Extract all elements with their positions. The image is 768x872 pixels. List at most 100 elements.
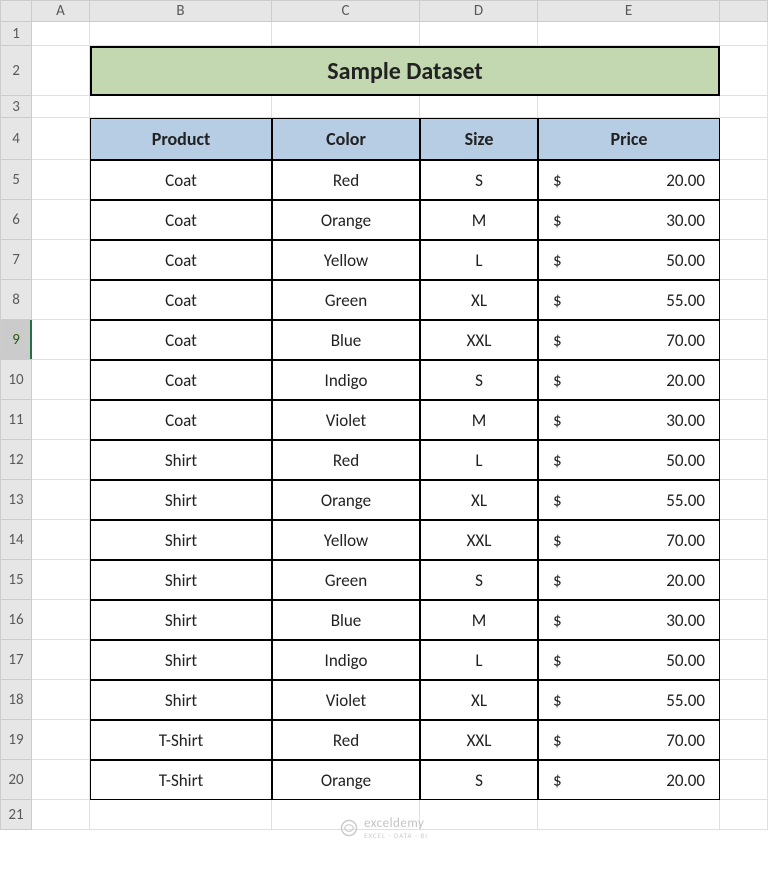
cell-C3[interactable]: [272, 96, 420, 118]
cell-product[interactable]: Coat: [90, 240, 272, 280]
row-header-4[interactable]: 4: [0, 118, 32, 160]
cell-price[interactable]: $55.00: [538, 280, 720, 320]
cell-F19[interactable]: [720, 720, 768, 760]
cell-F17[interactable]: [720, 640, 768, 680]
cell-size[interactable]: S: [420, 760, 538, 800]
col-header-C[interactable]: C: [272, 0, 420, 22]
cell-price[interactable]: $70.00: [538, 320, 720, 360]
cell-product[interactable]: Shirt: [90, 440, 272, 480]
cell-size[interactable]: L: [420, 440, 538, 480]
cell-size[interactable]: S: [420, 360, 538, 400]
row-header-20[interactable]: 20: [0, 760, 32, 800]
cell-price[interactable]: $55.00: [538, 480, 720, 520]
row-header-3[interactable]: 3: [0, 96, 32, 118]
cell-A9[interactable]: [32, 320, 90, 360]
row-header-17[interactable]: 17: [0, 640, 32, 680]
row-header-1[interactable]: 1: [0, 22, 32, 46]
row-header-21[interactable]: 21: [0, 800, 32, 830]
cell-price[interactable]: $20.00: [538, 360, 720, 400]
cell-B3[interactable]: [90, 96, 272, 118]
cell-F20[interactable]: [720, 760, 768, 800]
cell-product[interactable]: Coat: [90, 160, 272, 200]
cell-size[interactable]: XL: [420, 480, 538, 520]
row-header-13[interactable]: 13: [0, 480, 32, 520]
cell-D3[interactable]: [420, 96, 538, 118]
cell-size[interactable]: L: [420, 240, 538, 280]
cell-color[interactable]: Violet: [272, 680, 420, 720]
cell-F15[interactable]: [720, 560, 768, 600]
cell-F11[interactable]: [720, 400, 768, 440]
cell-A2[interactable]: [32, 46, 90, 96]
cell-F12[interactable]: [720, 440, 768, 480]
cell-price[interactable]: $20.00: [538, 760, 720, 800]
cell-C21[interactable]: [272, 800, 420, 830]
cell-C1[interactable]: [272, 22, 420, 46]
cell-F6[interactable]: [720, 200, 768, 240]
cell-color[interactable]: Red: [272, 440, 420, 480]
row-header-11[interactable]: 11: [0, 400, 32, 440]
cell-F8[interactable]: [720, 280, 768, 320]
cell-color[interactable]: Orange: [272, 200, 420, 240]
cell-product[interactable]: Shirt: [90, 600, 272, 640]
header-color[interactable]: Color: [272, 118, 420, 160]
cell-color[interactable]: Violet: [272, 400, 420, 440]
cell-price[interactable]: $20.00: [538, 560, 720, 600]
cell-A19[interactable]: [32, 720, 90, 760]
cell-A15[interactable]: [32, 560, 90, 600]
cell-A21[interactable]: [32, 800, 90, 830]
row-header-14[interactable]: 14: [0, 520, 32, 560]
header-size[interactable]: Size: [420, 118, 538, 160]
cell-A5[interactable]: [32, 160, 90, 200]
cell-price[interactable]: $20.00: [538, 160, 720, 200]
cell-product[interactable]: Coat: [90, 400, 272, 440]
cell-A20[interactable]: [32, 760, 90, 800]
cell-product[interactable]: Shirt: [90, 640, 272, 680]
cell-A6[interactable]: [32, 200, 90, 240]
cell-A11[interactable]: [32, 400, 90, 440]
cell-F18[interactable]: [720, 680, 768, 720]
cell-color[interactable]: Orange: [272, 760, 420, 800]
cell-F2[interactable]: [720, 46, 768, 96]
cell-product[interactable]: Shirt: [90, 480, 272, 520]
cell-color[interactable]: Indigo: [272, 360, 420, 400]
cell-color[interactable]: Yellow: [272, 240, 420, 280]
row-header-5[interactable]: 5: [0, 160, 32, 200]
cell-size[interactable]: M: [420, 400, 538, 440]
cell-price[interactable]: $50.00: [538, 240, 720, 280]
col-header-extra[interactable]: [720, 0, 768, 22]
cell-F16[interactable]: [720, 600, 768, 640]
row-header-12[interactable]: 12: [0, 440, 32, 480]
cell-F10[interactable]: [720, 360, 768, 400]
cell-A14[interactable]: [32, 520, 90, 560]
row-header-19[interactable]: 19: [0, 720, 32, 760]
cell-E1[interactable]: [538, 22, 720, 46]
cell-price[interactable]: $30.00: [538, 200, 720, 240]
row-header-2[interactable]: 2: [0, 46, 32, 96]
cell-size[interactable]: L: [420, 640, 538, 680]
row-header-9[interactable]: 9: [0, 320, 32, 360]
cell-product[interactable]: T-Shirt: [90, 760, 272, 800]
cell-D21[interactable]: [420, 800, 538, 830]
header-price[interactable]: Price: [538, 118, 720, 160]
row-header-16[interactable]: 16: [0, 600, 32, 640]
cell-F4[interactable]: [720, 118, 768, 160]
cell-A18[interactable]: [32, 680, 90, 720]
cell-F3[interactable]: [720, 96, 768, 118]
cell-product[interactable]: Shirt: [90, 560, 272, 600]
cell-A17[interactable]: [32, 640, 90, 680]
cell-B1[interactable]: [90, 22, 272, 46]
cell-A1[interactable]: [32, 22, 90, 46]
cell-size[interactable]: XXL: [420, 320, 538, 360]
cell-price[interactable]: $30.00: [538, 400, 720, 440]
col-header-A[interactable]: A: [32, 0, 90, 22]
row-header-8[interactable]: 8: [0, 280, 32, 320]
cell-A4[interactable]: [32, 118, 90, 160]
col-header-E[interactable]: E: [538, 0, 720, 22]
row-header-18[interactable]: 18: [0, 680, 32, 720]
cell-F13[interactable]: [720, 480, 768, 520]
cell-B21[interactable]: [90, 800, 272, 830]
cell-price[interactable]: $50.00: [538, 440, 720, 480]
cell-D1[interactable]: [420, 22, 538, 46]
row-header-6[interactable]: 6: [0, 200, 32, 240]
cell-price[interactable]: $55.00: [538, 680, 720, 720]
